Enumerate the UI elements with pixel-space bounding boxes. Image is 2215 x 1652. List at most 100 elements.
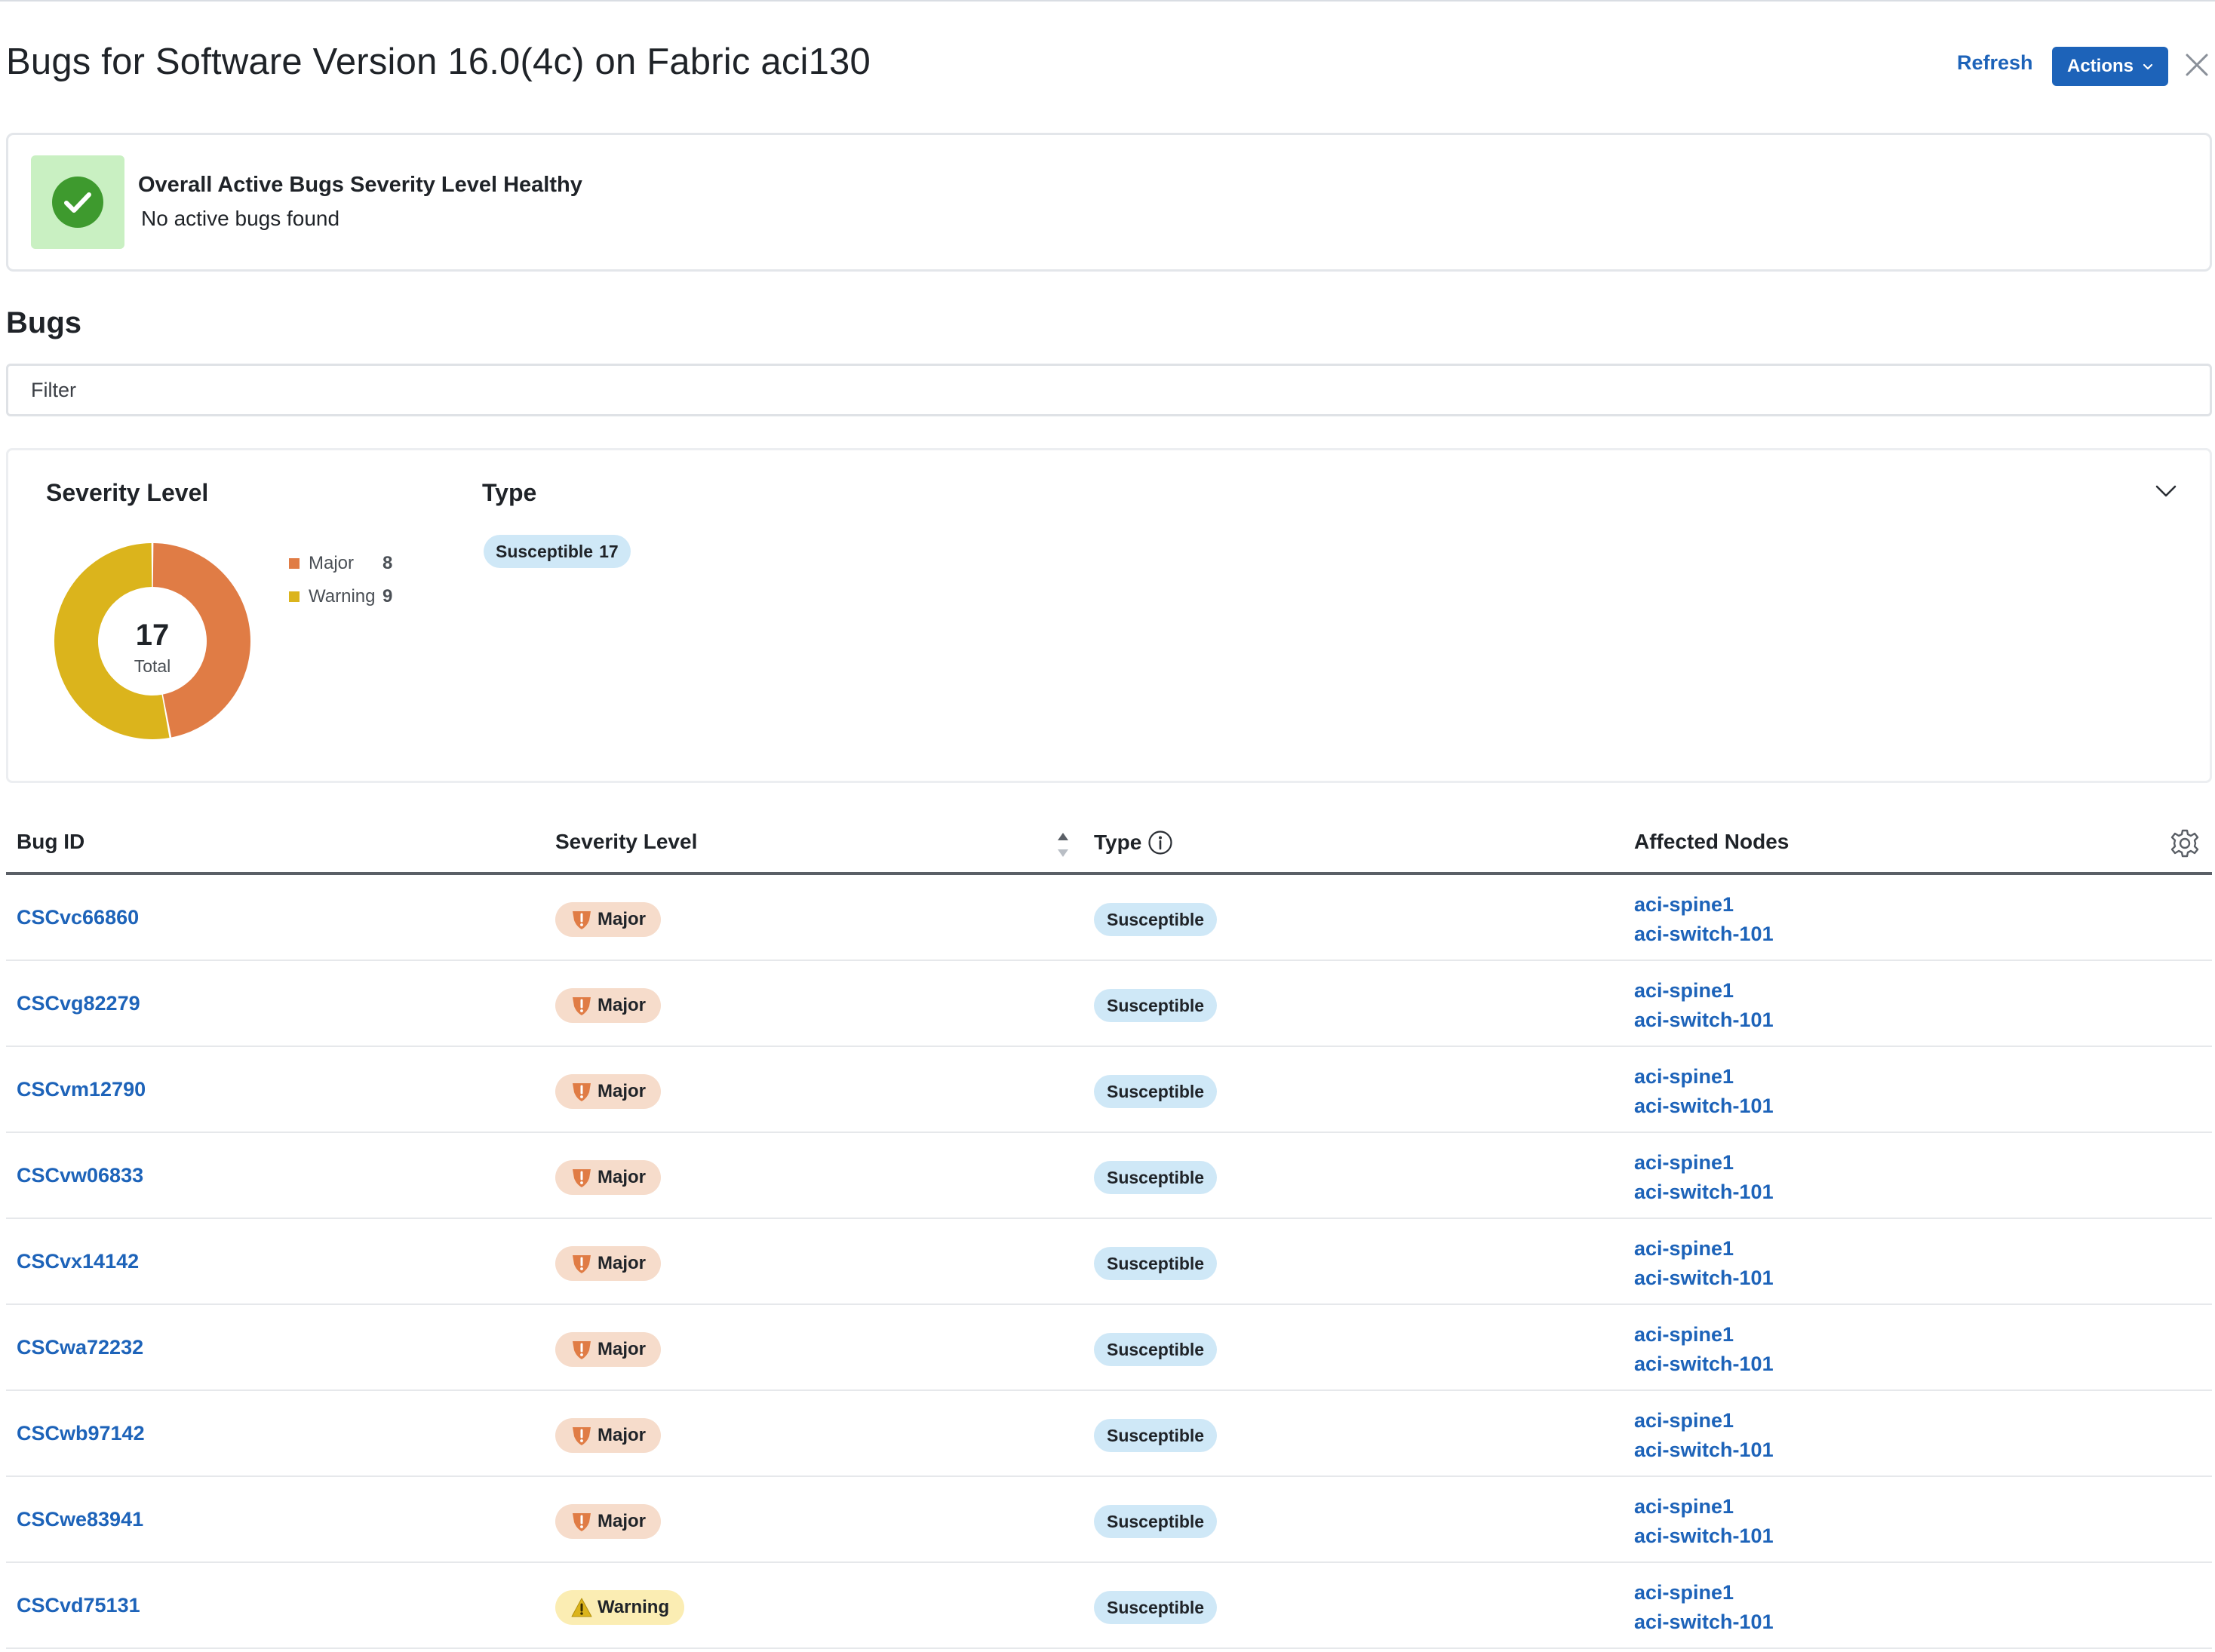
table-row: CSCvg82279 Major Susceptible aci-spine1 aci-…	[6, 961, 2212, 1047]
shield-exclamation-icon	[573, 1341, 591, 1359]
legend-label: Warning	[309, 586, 376, 606]
affected-node-link[interactable]: aci-spine1	[1634, 1062, 1774, 1092]
severity-badge: Major	[555, 1418, 662, 1453]
affected-node-link[interactable]: aci-spine1	[1634, 1406, 1774, 1436]
table-row: CSCwe83941 Major Susceptible aci-spine1 aci-…	[6, 1477, 2212, 1563]
bug-id-link[interactable]: CSCvc66860	[17, 906, 139, 929]
type-badge: Susceptible	[1094, 1419, 1218, 1452]
summary-card: Severity Level Type 17 Total Major 8 Warni…	[6, 448, 2212, 783]
affected-node-link[interactable]: aci-switch-101	[1634, 1006, 1774, 1035]
severity-level-heading: Severity Level	[46, 479, 209, 506]
close-icon[interactable]	[2185, 53, 2209, 77]
type-filter-pill-susceptible[interactable]: Susceptible 17	[484, 535, 631, 568]
affected-node-link[interactable]: aci-spine1	[1634, 890, 1774, 920]
refresh-button[interactable]: Refresh	[1957, 51, 2033, 75]
collapse-summary-chevron-icon[interactable]	[2152, 477, 2180, 505]
bug-id-link[interactable]: CSCvd75131	[17, 1594, 140, 1617]
affected-nodes: aci-spine1 aci-switch-101	[1634, 1320, 1774, 1379]
type-badge: Susceptible	[1094, 1333, 1218, 1366]
severity-badge: Warning	[555, 1590, 685, 1625]
type-badge: Susceptible	[1094, 903, 1218, 936]
severity-badge-label: Major	[598, 1339, 647, 1359]
table-row: CSCvd75131 Warning Susceptible aci-spine1 ac…	[6, 1563, 2212, 1649]
legend-value: 8	[382, 553, 393, 573]
affected-nodes: aci-spine1 aci-switch-101	[1634, 1062, 1774, 1121]
severity-badge: Major	[555, 1160, 662, 1195]
affected-node-link[interactable]: aci-switch-101	[1634, 1521, 1774, 1551]
column-header-severity-level[interactable]: Severity Level	[555, 830, 697, 854]
actions-button[interactable]: Actions	[2052, 47, 2168, 86]
affected-node-link[interactable]: aci-switch-101	[1634, 1092, 1774, 1121]
severity-badge-label: Major	[598, 1425, 647, 1445]
table-row: CSCvw06833 Major Susceptible aci-spine1 aci-…	[6, 1133, 2212, 1219]
table-header: Bug ID Severity Level Type Affected Node…	[6, 816, 2212, 875]
type-badge: Susceptible	[1094, 1161, 1218, 1194]
table-row: CSCwb97142 Major Susceptible aci-spine1 aci-…	[6, 1391, 2212, 1477]
table-row: CSCvc66860 Major Susceptible aci-spine1 aci-…	[6, 875, 2212, 961]
affected-node-link[interactable]: aci-spine1	[1634, 1320, 1774, 1350]
shield-exclamation-icon	[573, 1427, 591, 1445]
column-header-type-label: Type	[1094, 831, 1142, 854]
table-row: CSCwa72232 Major Susceptible aci-spine1 aci-…	[6, 1305, 2212, 1391]
type-badge: Susceptible	[1094, 1505, 1218, 1538]
severity-badge: Major	[555, 1504, 662, 1539]
legend-value: 9	[382, 586, 393, 606]
affected-node-link[interactable]: aci-spine1	[1634, 1578, 1774, 1607]
affected-node-link[interactable]: aci-switch-101	[1634, 920, 1774, 949]
severity-badge-label: Major	[598, 1081, 647, 1101]
column-header-bug-id[interactable]: Bug ID	[17, 830, 84, 854]
bug-id-link[interactable]: CSCvm12790	[17, 1078, 146, 1101]
shield-exclamation-icon	[573, 1513, 591, 1531]
table-row: CSCvm12790 Major Susceptible aci-spine1 aci-…	[6, 1047, 2212, 1133]
severity-badge: Major	[555, 902, 662, 937]
bugs-section-title: Bugs	[6, 306, 81, 339]
type-badge: Susceptible	[1094, 1075, 1218, 1108]
donut-total-label: Total	[134, 656, 171, 676]
affected-nodes: aci-spine1 aci-switch-101	[1634, 1406, 1774, 1465]
bug-id-link[interactable]: CSCvg82279	[17, 992, 140, 1015]
check-circle-icon	[52, 177, 103, 228]
legend-item-warning[interactable]: Warning 9	[289, 580, 392, 613]
severity-badge-label: Major	[598, 1167, 647, 1187]
affected-nodes: aci-spine1 aci-switch-101	[1634, 976, 1774, 1035]
type-pill-count: 17	[599, 541, 619, 561]
affected-node-link[interactable]: aci-switch-101	[1634, 1178, 1774, 1207]
affected-node-link[interactable]: aci-spine1	[1634, 976, 1774, 1006]
bug-id-link[interactable]: CSCvx14142	[17, 1250, 139, 1273]
affected-node-link[interactable]: aci-switch-101	[1634, 1350, 1774, 1379]
shield-exclamation-icon	[573, 1083, 591, 1101]
legend-item-major[interactable]: Major 8	[289, 547, 392, 580]
severity-badge: Major	[555, 1246, 662, 1281]
severity-donut-chart: 17 Total	[54, 543, 251, 739]
info-icon[interactable]	[1147, 830, 1173, 855]
affected-node-link[interactable]: aci-spine1	[1634, 1492, 1774, 1521]
page-title: Bugs for Software Version 16.0(4c) on Fa…	[6, 41, 871, 82]
filter-input[interactable]	[6, 364, 2212, 416]
severity-badge: Major	[555, 988, 662, 1023]
affected-node-link[interactable]: aci-spine1	[1634, 1148, 1774, 1178]
bug-id-link[interactable]: CSCvw06833	[17, 1164, 143, 1187]
affected-node-link[interactable]: aci-switch-101	[1634, 1436, 1774, 1465]
bug-id-link[interactable]: CSCwe83941	[17, 1508, 143, 1531]
top-divider	[0, 0, 2215, 2]
column-header-affected-nodes[interactable]: Affected Nodes	[1634, 830, 1789, 854]
bug-id-link[interactable]: CSCwb97142	[17, 1422, 145, 1445]
affected-nodes: aci-spine1 aci-switch-101	[1634, 890, 1774, 949]
sort-icon[interactable]	[1055, 830, 1071, 860]
type-badge: Susceptible	[1094, 989, 1218, 1022]
shield-exclamation-icon	[573, 1255, 591, 1273]
health-status-card: Overall Active Bugs Severity Level Healt…	[6, 133, 2212, 272]
affected-node-link[interactable]: aci-switch-101	[1634, 1264, 1774, 1293]
legend-swatch	[289, 591, 300, 602]
column-header-type[interactable]: Type	[1094, 830, 1173, 855]
legend-label: Major	[309, 553, 355, 573]
severity-badge-label: Major	[598, 1511, 647, 1531]
bug-id-link[interactable]: CSCwa72232	[17, 1336, 143, 1359]
shield-exclamation-icon	[573, 911, 591, 929]
table-row: CSCvx14142 Major Susceptible aci-spine1 aci-…	[6, 1219, 2212, 1305]
warning-triangle-icon	[571, 1598, 592, 1617]
bugs-table: Bug ID Severity Level Type Affected Node…	[6, 816, 2212, 1649]
affected-node-link[interactable]: aci-switch-101	[1634, 1607, 1774, 1637]
affected-node-link[interactable]: aci-spine1	[1634, 1234, 1774, 1264]
gear-icon[interactable]	[2170, 828, 2200, 858]
